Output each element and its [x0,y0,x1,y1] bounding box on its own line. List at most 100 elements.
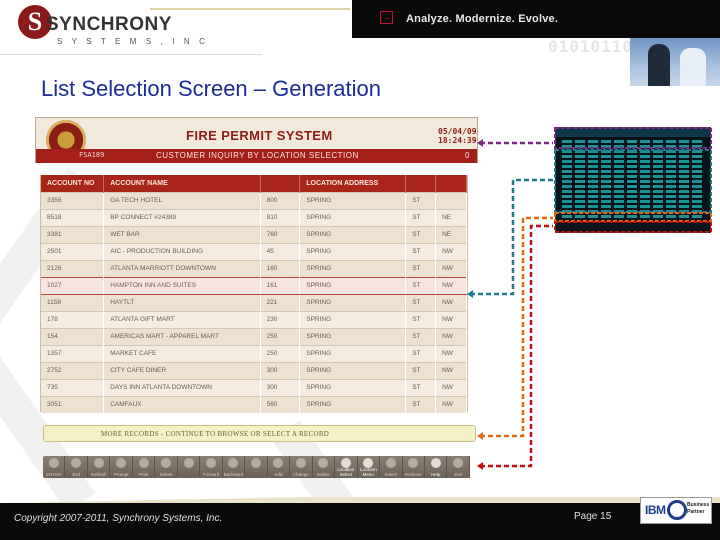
green-screen-line [562,190,704,193]
table-row[interactable]: 3356 GA TECH HOTEL 800 SPRING ST [41,191,467,209]
table-cell: ST [405,327,437,345]
function-key-icon [273,458,284,468]
toolbar-button[interactable]: Location Select [335,456,358,478]
green-screen-thumbnail [555,127,711,233]
table-row[interactable]: 2501 AIC - PRODUCTION BUILDING 45 SPRING ST N… [41,242,467,260]
table-cell: 300 [260,361,301,379]
connector-orange-arrow [477,432,483,440]
table-cell: SPRING [299,395,407,413]
toolbar-button-label: ENTER [46,472,62,477]
table-cell: 8518 [41,208,105,226]
table-header: ACCOUNT NO ACCOUNT NAME LOCATION ADDRESS [41,175,467,192]
toolbar-button[interactable]: Location Menu [358,456,381,478]
table-cell: 221 [260,293,301,311]
table-cell: ST [405,191,437,209]
toolbar-button[interactable]: Forward [200,456,223,478]
table-cell: NW [435,378,467,396]
toolbar-button[interactable]: Backward [223,456,246,478]
toolbar-button[interactable]: Delete [155,456,178,478]
table-row[interactable]: 1158 HAYTLT 221 SPRING ST NW [41,293,467,311]
toolbar-button[interactable]: Select [380,456,403,478]
account-grid: ACCOUNT NO ACCOUNT NAME LOCATION ADDRESS… [41,175,467,413]
toolbar-button[interactable]: Remove [403,456,425,478]
connector-teal [470,178,553,296]
green-screen-line [562,140,704,143]
table-row[interactable]: 2126 ATLANTA MARRIOTT DOWNTOWN 160 SPRING ST… [41,259,467,277]
table-cell: SPRING [299,344,407,362]
toolbar-button[interactable]: Help [425,456,448,478]
table-row[interactable]: 2752 CITY CAFE DINER 300 SPRING ST NW [41,361,467,379]
green-screen-line [562,160,704,163]
table-cell: ST [405,310,437,328]
toolbar-button[interactable]: Prompt [110,456,133,478]
header-rule [150,8,350,10]
table-cell: NW [435,242,467,260]
function-key-toolbar: ENTER Exit Refresh Prompt Print Delete Forward… [43,456,470,478]
toolbar-button[interactable]: ENTER [43,456,66,478]
table-row[interactable]: 154 AMERICAS MART - APPAREL MART 250 SPRING… [41,327,467,345]
copyright: Copyright 2007-2011, Synchrony Systems, … [14,513,223,524]
table-cell: SPRING [299,310,407,328]
tagline: Analyze. Modernize. Evolve. [406,13,559,25]
toolbar-button[interactable]: Add [268,456,291,478]
table-cell: SPRING [299,378,407,396]
toolbar-button-label: Select [384,472,398,477]
green-screen-line [562,195,704,198]
table-cell: NW [435,293,467,311]
toolbar-button[interactable] [178,456,201,478]
table-cell: 300 [260,378,301,396]
table-cell: 3051 [41,395,105,413]
table-cell: BP CONNECT #24389 [103,208,261,226]
table-cell: NW [435,395,467,413]
table-row[interactable]: 178 ATLANTA GIFT MART 230 SPRING ST NW [41,310,467,328]
table-cell: 560 [260,395,301,413]
green-screen-line [562,175,704,178]
toolbar-button[interactable]: Delete [313,456,336,478]
ibm-text: IBM [645,503,666,517]
toolbar-button[interactable]: Exit [447,456,470,478]
table-cell: ST [405,208,437,226]
toolbar-button[interactable]: Exit [65,456,88,478]
time: 18:24:39 [438,136,477,145]
page-count: 0 [465,151,470,160]
toolbar-button[interactable] [245,456,268,478]
table-cell: AIC - PRODUCTION BUILDING [103,242,261,260]
table-row[interactable]: 3381 WET BAR 760 SPRING ST NE [41,225,467,243]
column-header: ACCOUNT NO [41,175,105,192]
function-key-icon [295,458,306,468]
toolbar-button[interactable]: Change [290,456,313,478]
function-key-icon [250,458,261,468]
function-key-icon [228,458,239,468]
table-cell: CAMFAUX [103,395,261,413]
column-header: LOCATION ADDRESS [299,175,407,192]
table-cell: 3381 [41,225,105,243]
toolbar-button-label: Delete [316,472,330,477]
table-cell: ST [405,293,437,311]
table-row[interactable]: 1027 HAMPTON INN AND SUITES 161 SPRING ST NW [41,276,467,295]
table-cell: 154 [41,327,105,345]
table-cell: NW [435,310,467,328]
function-key-icon [138,458,149,468]
table-cell: SPRING [299,259,407,277]
table-cell: NW [435,259,467,277]
table-cell: GA TECH HOTEL [103,191,261,209]
toolbar-button[interactable]: Print [133,456,156,478]
table-cell: ATLANTA MARRIOTT DOWNTOWN [103,259,261,277]
table-row[interactable]: 1357 MARKET CAFE 250 SPRING ST NW [41,344,467,362]
table-cell: SPRING [299,242,407,260]
table-cell: ST [405,361,437,379]
table-cell: NE [435,225,467,243]
function-key-icon [161,458,172,468]
toolbar-button-label: Delete [159,472,173,477]
function-key-icon [183,458,194,468]
date: 05/04/09 [438,127,477,136]
column-header: ACCOUNT NAME [103,175,261,192]
table-cell: 2752 [41,361,105,379]
table-row[interactable]: 3051 CAMFAUX 560 SPRING ST NW [41,395,467,413]
date-time: 05/04/09 18:24:39 [438,127,477,145]
table-cell: WET BAR [103,225,261,243]
table-row[interactable]: 8518 BP CONNECT #24389 810 SPRING ST NE [41,208,467,226]
table-cell: NW [435,276,467,295]
table-row[interactable]: 735 DAYS INN ATLANTA DOWNTOWN 300 SPRING ST N… [41,378,467,396]
toolbar-button[interactable]: Refresh [88,456,111,478]
